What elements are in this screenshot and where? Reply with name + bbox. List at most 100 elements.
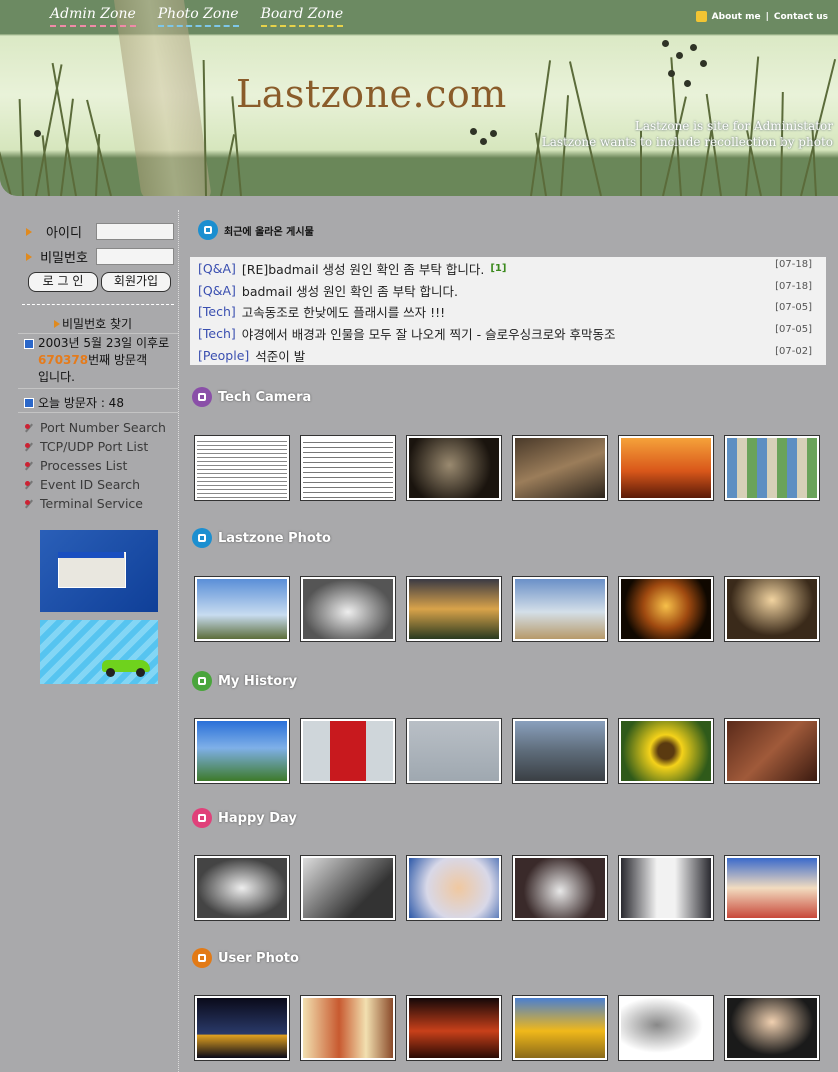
photo-thumbnail[interactable] bbox=[512, 718, 608, 784]
id-input[interactable] bbox=[96, 223, 174, 240]
post-date: [07-05] bbox=[775, 302, 812, 313]
contact-us-link[interactable]: Contact us bbox=[774, 12, 828, 22]
tcp-udp-port-list-link[interactable]: TCP/UDP Port List bbox=[24, 437, 166, 456]
triangle-bullet-icon bbox=[26, 227, 32, 236]
post-title: 석준이 발 bbox=[255, 348, 306, 364]
photo-thumbnail[interactable] bbox=[618, 995, 714, 1061]
find-password-label: 비밀번호 찾기 bbox=[62, 317, 133, 331]
nav-photo-zone[interactable]: Photo Zone bbox=[157, 6, 239, 27]
tagline-line-2: Lastzone wants to include recollection b… bbox=[541, 135, 833, 149]
post-item[interactable]: [People] 석준이 발 [07-02] bbox=[198, 345, 818, 365]
photo-thumbnail[interactable] bbox=[300, 855, 396, 921]
photo-thumbnail[interactable] bbox=[300, 435, 396, 501]
photo-thumbnail[interactable] bbox=[512, 576, 608, 642]
section-title-tech-camera[interactable]: Tech Camera bbox=[192, 387, 311, 407]
photo-thumbnail[interactable] bbox=[724, 855, 820, 921]
processes-list-link[interactable]: Processes List bbox=[24, 456, 166, 475]
pin-icon bbox=[24, 461, 34, 471]
today-visitors: 오늘 방문자 : 48 bbox=[24, 394, 174, 411]
login-button[interactable]: 로 그 인 bbox=[28, 272, 98, 292]
triangle-bullet-icon bbox=[26, 252, 32, 261]
terminal-service-link[interactable]: Terminal Service bbox=[24, 494, 166, 513]
photo-thumbnail[interactable] bbox=[618, 576, 714, 642]
windows-login-banner[interactable] bbox=[40, 530, 158, 612]
post-title: 야경에서 배경과 인물을 모두 잘 나오게 찍기 - 슬로우싱크로와 후막동조 bbox=[241, 326, 616, 342]
visitor-count: 2003년 5월 23일 이후로 670378번째 방문객 입니다. bbox=[24, 335, 174, 386]
photo-thumbnail[interactable] bbox=[724, 718, 820, 784]
photo-thumbnail[interactable] bbox=[194, 995, 290, 1061]
password-input[interactable] bbox=[96, 248, 174, 265]
photo-thumbnail[interactable] bbox=[300, 995, 396, 1061]
photo-thumbnail[interactable] bbox=[724, 576, 820, 642]
visit-prefix: 2003년 5월 23일 이후로 bbox=[38, 336, 170, 350]
join-button[interactable]: 회원가입 bbox=[101, 272, 171, 292]
section-title-my-history[interactable]: My History bbox=[192, 671, 297, 691]
photo-thumbnail[interactable] bbox=[512, 855, 608, 921]
photo-thumbnail[interactable] bbox=[194, 576, 290, 642]
photo-thumbnail[interactable] bbox=[618, 435, 714, 501]
photo-thumbnail[interactable] bbox=[194, 435, 290, 501]
post-item[interactable]: [Q&A] badmail 생성 원인 확인 좀 부탁 합니다. [07-18] bbox=[198, 280, 818, 300]
photo-thumbnail[interactable] bbox=[512, 435, 608, 501]
find-password-link[interactable]: 비밀번호 찾기 bbox=[54, 315, 132, 332]
photo-thumbnail[interactable] bbox=[406, 576, 502, 642]
pw-label: 비밀번호 bbox=[40, 251, 88, 266]
sun-icon bbox=[695, 11, 707, 22]
seed-dot bbox=[700, 60, 707, 67]
port-number-search-link[interactable]: Port Number Search bbox=[24, 418, 166, 437]
comment-count: [1] bbox=[490, 262, 507, 274]
top-nav: Admin Zone Photo Zone Board Zone bbox=[50, 6, 344, 27]
visit-end: 입니다. bbox=[38, 370, 75, 384]
section-title-user-photo[interactable]: User Photo bbox=[192, 948, 299, 968]
photo-thumbnail[interactable] bbox=[194, 855, 290, 921]
post-item[interactable]: [Tech] 야경에서 배경과 인물을 모두 잘 나오게 찍기 - 슬로우싱크로… bbox=[198, 323, 818, 343]
nav-board-zone[interactable]: Board Zone bbox=[260, 6, 344, 27]
site-logo[interactable]: Lastzone.com bbox=[236, 72, 507, 116]
pin-icon bbox=[24, 423, 34, 433]
section-title-lastzone-photo[interactable]: Lastzone Photo bbox=[192, 528, 331, 548]
car-icon bbox=[192, 671, 212, 691]
photo-thumbnail[interactable] bbox=[406, 995, 502, 1061]
nav-admin-zone[interactable]: Admin Zone bbox=[50, 6, 136, 27]
post-item[interactable]: [Tech] 고속동조로 한낮에도 플래시를 쓰자 !!! [07-05] bbox=[198, 301, 818, 321]
photo-thumbnail[interactable] bbox=[618, 718, 714, 784]
link-label: TCP/UDP Port List bbox=[40, 439, 149, 454]
header-bottom-band bbox=[0, 158, 838, 196]
photo-thumbnail[interactable] bbox=[406, 435, 502, 501]
photo-thumbnail[interactable] bbox=[300, 718, 396, 784]
link-separator: | bbox=[765, 11, 769, 22]
sidebar: 아이디 비밀번호 로 그 인 회원가입 비밀번호 찾기 2003년 5월 23일… bbox=[18, 210, 179, 1072]
seed-dot bbox=[676, 52, 683, 59]
recent-posts-list: [Q&A] [RE]badmail 생성 원인 확인 좀 부탁 합니다. [1]… bbox=[190, 257, 826, 365]
visit-suffix: 번째 방문객 bbox=[88, 353, 148, 367]
seed-dot bbox=[668, 70, 675, 77]
triangle-bullet-icon bbox=[54, 319, 60, 328]
photo-thumbnail[interactable] bbox=[618, 855, 714, 921]
section-title-text: Tech Camera bbox=[218, 389, 312, 405]
event-id-search-link[interactable]: Event ID Search bbox=[24, 475, 166, 494]
post-category: [Tech] bbox=[198, 303, 236, 319]
link-label: Processes List bbox=[40, 458, 128, 473]
camera-icon bbox=[192, 387, 212, 407]
photo-thumbnail[interactable] bbox=[194, 718, 290, 784]
photo-thumbnail[interactable] bbox=[406, 855, 502, 921]
wheel-icon bbox=[106, 668, 115, 677]
section-title-happy-day[interactable]: Happy Day bbox=[192, 808, 297, 828]
photo-thumbnail[interactable] bbox=[406, 718, 502, 784]
post-category: [Tech] bbox=[198, 325, 236, 341]
seed-dot bbox=[470, 128, 477, 135]
pin-icon bbox=[24, 499, 34, 509]
about-me-link[interactable]: About me bbox=[712, 12, 761, 22]
photo-thumbnail[interactable] bbox=[724, 995, 820, 1061]
car-banner[interactable] bbox=[40, 620, 158, 684]
post-date: [07-05] bbox=[775, 324, 812, 335]
photo-thumbnail[interactable] bbox=[300, 576, 396, 642]
today-visitors-text: 오늘 방문자 : 48 bbox=[38, 396, 124, 410]
photo-thumbnail[interactable] bbox=[512, 995, 608, 1061]
seed-dot bbox=[490, 130, 497, 137]
pin-icon bbox=[24, 442, 34, 452]
photo-thumbnail[interactable] bbox=[724, 435, 820, 501]
window-titlebar bbox=[58, 552, 124, 558]
post-item[interactable]: [Q&A] [RE]badmail 생성 원인 확인 좀 부탁 합니다. [1]… bbox=[198, 258, 818, 278]
post-date: [07-02] bbox=[775, 346, 812, 357]
